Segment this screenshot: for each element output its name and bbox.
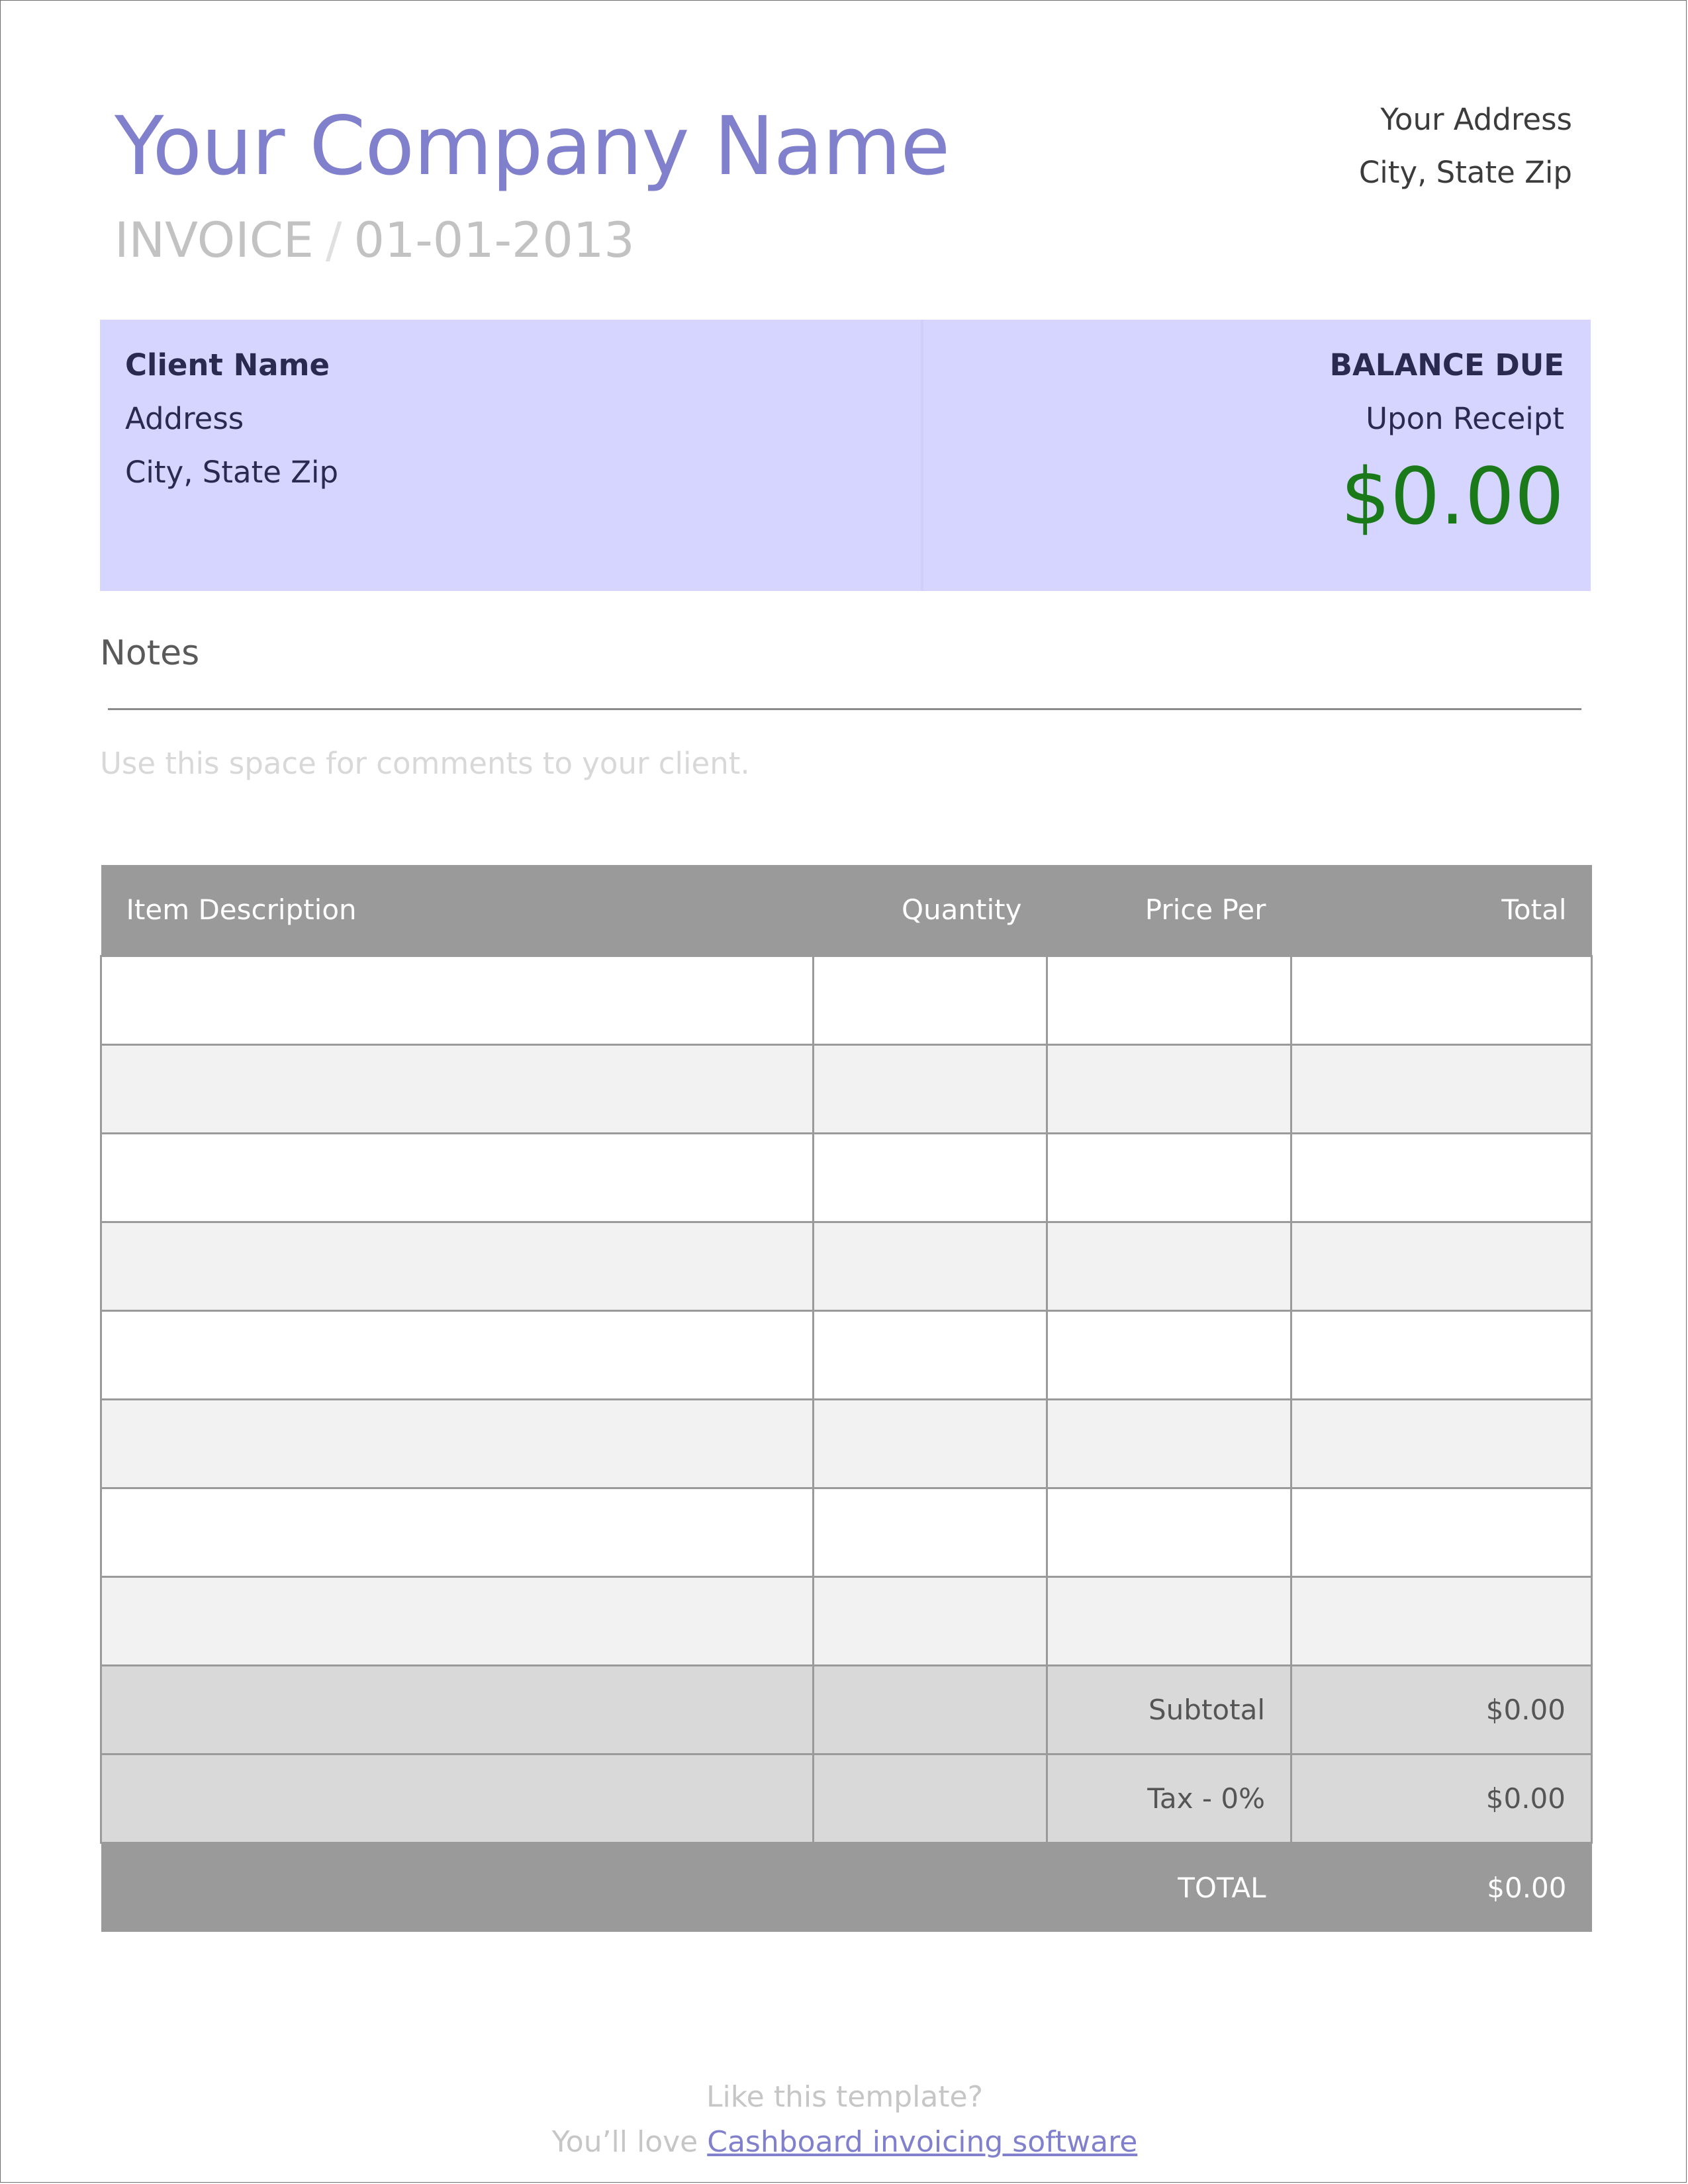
item-description-cell[interactable] <box>100 1575 814 1666</box>
invoice-title-line: INVOICE/01-01-2013 <box>115 211 635 271</box>
footer-prompt: Like this template? <box>706 2080 983 2114</box>
item-total-cell[interactable] <box>1290 1486 1593 1578</box>
tax-empty-cell <box>100 1752 814 1844</box>
subtotal-empty-cell <box>812 1664 1048 1755</box>
notes-title: Notes <box>100 633 200 673</box>
item-description-cell[interactable] <box>100 1486 814 1578</box>
grand-total-value: $0.00 <box>1291 1843 1592 1932</box>
item-quantity-cell[interactable] <box>812 1398 1048 1489</box>
panel-divider <box>921 320 923 591</box>
tax-label: Tax - 0% <box>1046 1752 1292 1844</box>
item-quantity-cell[interactable] <box>812 1220 1048 1312</box>
subtotal-label: Subtotal <box>1046 1664 1292 1755</box>
table-header-row: Item Description Quantity Price Per Tota… <box>101 865 1592 956</box>
cashboard-link[interactable]: Cashboard invoicing software <box>707 2125 1137 2159</box>
invoice-page: Your Company Name INVOICE/01-01-2013 You… <box>0 0 1687 2183</box>
table-row <box>100 1309 1593 1400</box>
item-quantity-cell[interactable] <box>812 1132 1048 1223</box>
company-address-line2: City, State Zip <box>1358 155 1572 190</box>
table-row <box>100 1220 1593 1312</box>
item-total-cell[interactable] <box>1290 1398 1593 1489</box>
line-items-table: Item Description Quantity Price Per Tota… <box>100 865 1593 1932</box>
item-price-cell[interactable] <box>1046 1132 1292 1223</box>
item-price-cell[interactable] <box>1046 1309 1292 1400</box>
item-total-cell[interactable] <box>1290 1220 1593 1312</box>
item-description-cell[interactable] <box>100 1309 814 1400</box>
item-price-cell[interactable] <box>1046 1398 1292 1489</box>
tax-empty-cell <box>812 1752 1048 1844</box>
item-price-cell[interactable] <box>1046 954 1292 1046</box>
client-info: Client Name Address City, State Zip <box>125 338 338 499</box>
company-address: Your Address City, State Zip <box>1359 93 1572 199</box>
balance-info: BALANCE DUE Upon Receipt $0.00 <box>1330 338 1564 546</box>
client-balance-panel: Client Name Address City, State Zip BALA… <box>100 320 1591 591</box>
item-description-cell[interactable] <box>100 1043 814 1134</box>
table-row <box>100 1398 1593 1489</box>
item-quantity-cell[interactable] <box>812 1309 1048 1400</box>
item-quantity-cell[interactable] <box>812 954 1048 1046</box>
item-quantity-cell[interactable] <box>812 1575 1048 1666</box>
item-total-cell[interactable] <box>1290 1132 1593 1223</box>
invoice-date: 01-01-2013 <box>353 212 635 269</box>
item-total-cell[interactable] <box>1290 1575 1593 1666</box>
item-price-cell[interactable] <box>1046 1043 1292 1134</box>
balance-terms: Upon Receipt <box>1366 401 1564 436</box>
notes-field[interactable]: Use this space for comments to your clie… <box>100 741 750 787</box>
footer-promo-text: You’ll love <box>551 2125 698 2159</box>
header-quantity: Quantity <box>813 865 1047 956</box>
item-quantity-cell[interactable] <box>812 1043 1048 1134</box>
total-empty-cell <box>101 1843 814 1932</box>
item-total-cell[interactable] <box>1290 1043 1593 1134</box>
table-row <box>100 1132 1593 1223</box>
subtotal-value: $0.00 <box>1290 1664 1593 1755</box>
company-name: Your Company Name <box>115 99 950 193</box>
total-empty-cell <box>813 1843 1047 1932</box>
item-price-cell[interactable] <box>1046 1220 1292 1312</box>
invoice-separator: / <box>325 212 342 269</box>
table-row <box>100 1575 1593 1666</box>
item-description-cell[interactable] <box>100 1132 814 1223</box>
item-description-cell[interactable] <box>100 1220 814 1312</box>
header-price-per: Price Per <box>1047 865 1291 956</box>
notes-divider <box>108 708 1581 710</box>
item-price-cell[interactable] <box>1046 1575 1292 1666</box>
client-address: Address <box>125 401 244 436</box>
item-description-cell[interactable] <box>100 1398 814 1489</box>
invoice-label: INVOICE <box>115 212 314 269</box>
table-row <box>100 1486 1593 1578</box>
item-price-cell[interactable] <box>1046 1486 1292 1578</box>
item-description-cell[interactable] <box>100 954 814 1046</box>
client-name: Client Name <box>125 347 330 383</box>
client-city: City, State Zip <box>125 455 339 490</box>
tax-row: Tax - 0% $0.00 <box>100 1752 1593 1844</box>
table-row <box>100 1043 1593 1134</box>
balance-due-label: BALANCE DUE <box>1329 347 1564 383</box>
company-address-line1: Your Address <box>1380 102 1572 137</box>
subtotal-row: Subtotal $0.00 <box>100 1664 1593 1755</box>
subtotal-empty-cell <box>100 1664 814 1755</box>
item-total-cell[interactable] <box>1290 954 1593 1046</box>
balance-amount: $0.00 <box>1340 451 1564 542</box>
grand-total-label: TOTAL <box>1047 1843 1291 1932</box>
grand-total-row: TOTAL $0.00 <box>101 1843 1592 1932</box>
item-total-cell[interactable] <box>1290 1309 1593 1400</box>
footer-promo: You’ll love Cashboard invoicing software <box>1 2120 1688 2164</box>
header-item-description: Item Description <box>101 865 814 956</box>
tax-value: $0.00 <box>1290 1752 1593 1844</box>
item-quantity-cell[interactable] <box>812 1486 1048 1578</box>
header-total: Total <box>1291 865 1592 956</box>
table-row <box>100 954 1593 1046</box>
